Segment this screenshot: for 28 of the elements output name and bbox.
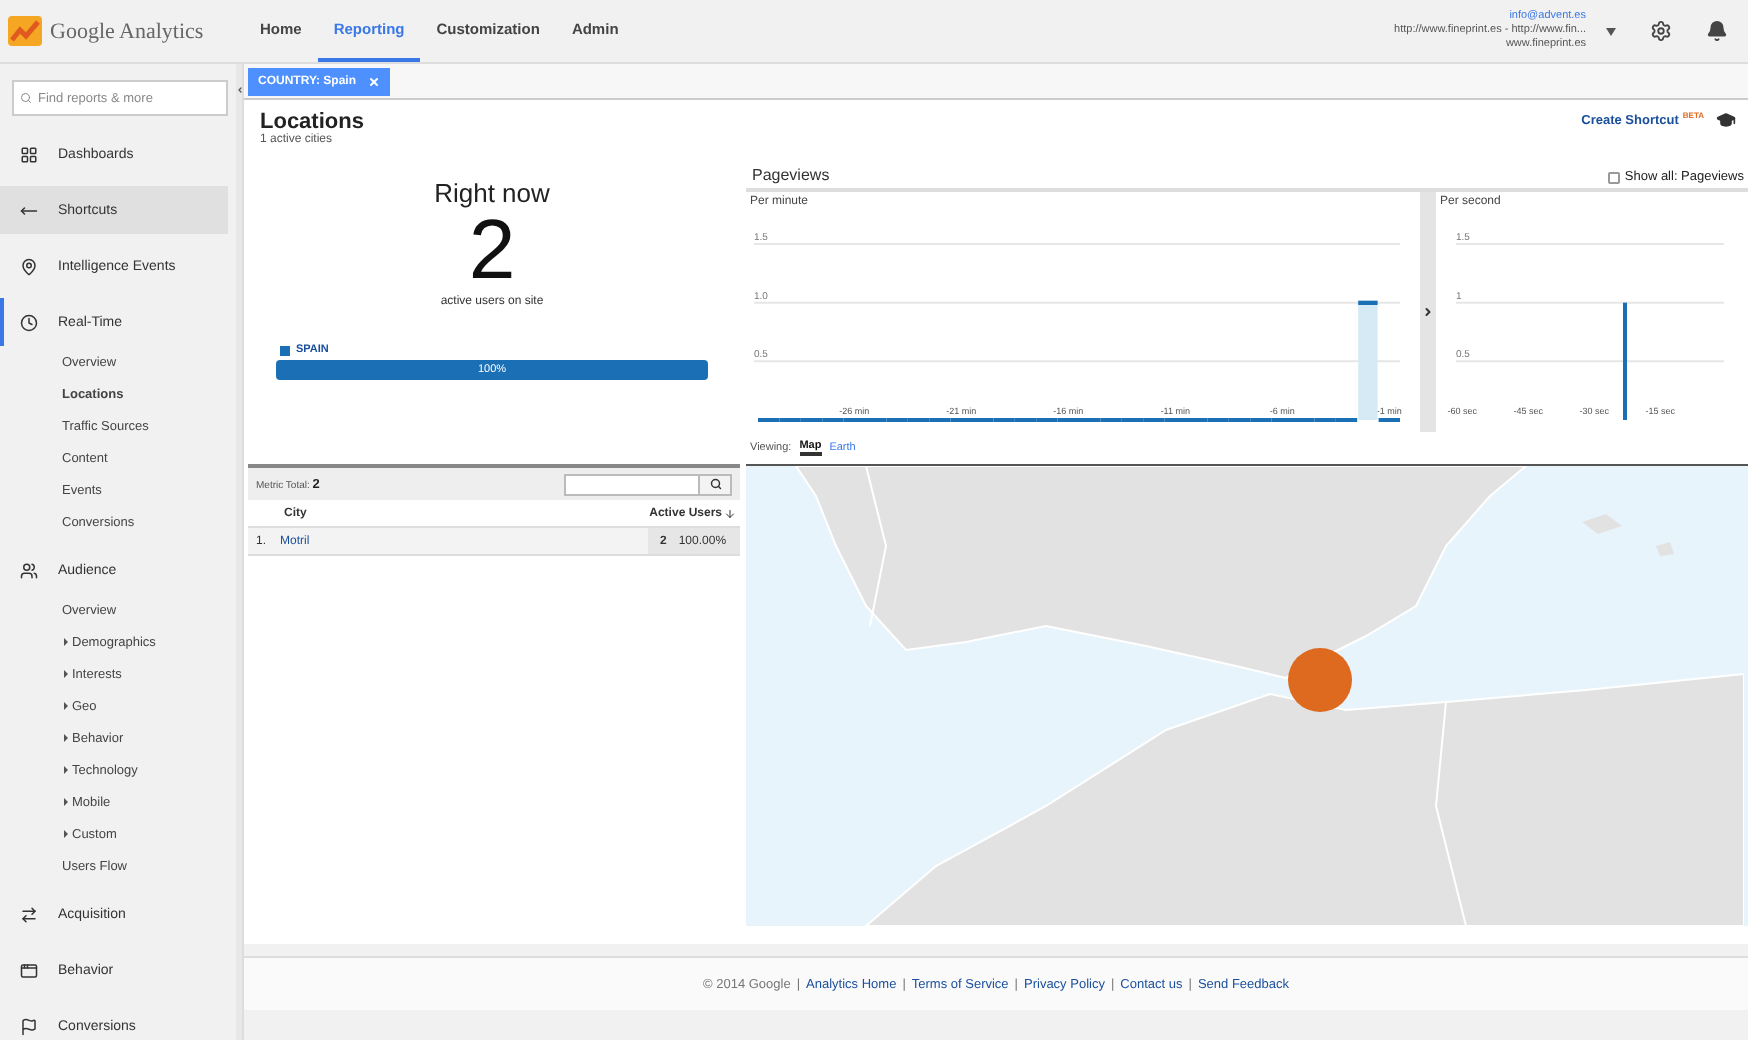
pageviews-title: Pageviews [752,166,830,184]
grid-icon [20,145,38,163]
logo-icon [8,16,42,46]
search-button[interactable] [700,473,732,495]
sort-arrow-icon [724,507,736,519]
clock-icon [20,313,38,331]
right-now-heading: Right now [434,178,550,208]
arrows-icon [20,905,38,923]
graduation-cap-icon[interactable] [1716,110,1736,130]
search-icon [20,92,32,104]
search-icon [709,478,721,490]
pin-icon [20,257,38,275]
people-icon [20,561,38,579]
table-search-field[interactable] [564,473,700,495]
active-user-count: 2 [468,208,516,292]
report-title: Locations [260,110,364,134]
caret-icon[interactable] [1606,27,1616,35]
close-icon[interactable] [368,75,380,87]
collapse-icon[interactable] [236,86,244,94]
map-marker [1288,648,1352,712]
product-name: Google Analytics [50,19,204,43]
arrow-icon [20,201,38,219]
chevron-icon [1422,306,1434,318]
settings-icon[interactable] [1649,20,1671,42]
chart-toggle[interactable] [1420,192,1436,432]
flag-icon [20,1017,38,1035]
window-icon [20,961,38,979]
bell-icon[interactable] [1705,20,1727,42]
